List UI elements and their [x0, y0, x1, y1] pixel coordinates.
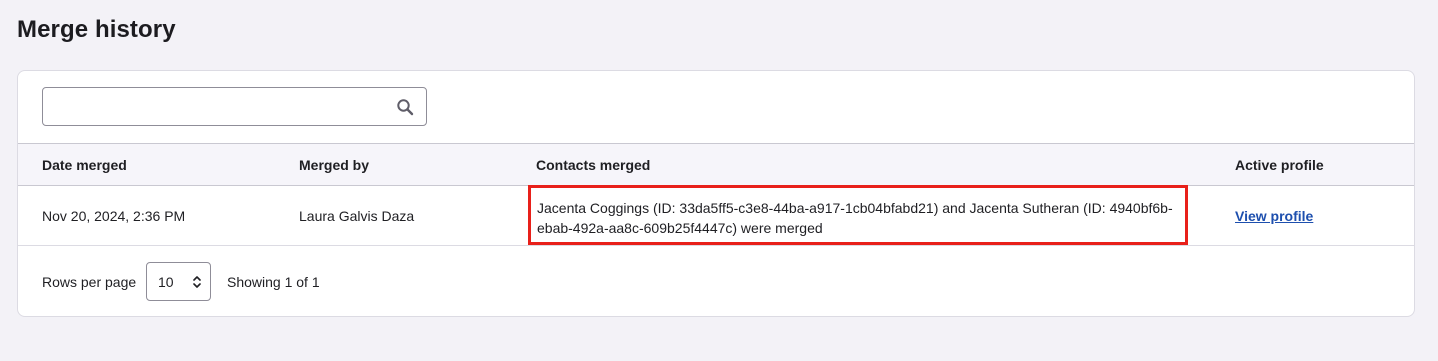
rows-per-page-label: Rows per page	[42, 274, 137, 290]
pagination-footer: Rows per page 10 Showing 1 of 1	[18, 246, 1414, 316]
column-header-merged-by[interactable]: Merged by	[299, 157, 369, 173]
contacts-merged-highlight: Jacenta Coggings (ID: 33da5ff5-c3e8-44ba…	[528, 185, 1188, 245]
column-header-contacts-merged[interactable]: Contacts merged	[536, 157, 650, 173]
date-merged-cell: Nov 20, 2024, 2:36 PM	[42, 208, 186, 224]
page-title: Merge history	[17, 16, 176, 43]
rows-per-page-select[interactable]: 10	[146, 262, 211, 301]
view-profile-link[interactable]: View profile	[1235, 208, 1313, 224]
search-input[interactable]	[43, 88, 383, 125]
table-header-row: Date merged Merged by Contacts merged Ac…	[18, 143, 1414, 186]
merge-history-card: Date merged Merged by Contacts merged Ac…	[17, 70, 1415, 317]
search-icon[interactable]	[396, 98, 414, 116]
contacts-merged-cell: Jacenta Coggings (ID: 33da5ff5-c3e8-44ba…	[537, 200, 1173, 236]
column-header-date-merged[interactable]: Date merged	[42, 157, 127, 173]
merged-by-cell: Laura Galvis Daza	[299, 208, 415, 224]
rows-per-page-value: 10	[158, 274, 174, 290]
up-down-chevron-icon	[193, 276, 201, 288]
table-row: Nov 20, 2024, 2:36 PM Laura Galvis Daza …	[18, 185, 1414, 246]
showing-count: Showing 1 of 1	[227, 274, 320, 290]
search-field[interactable]	[42, 87, 427, 126]
column-header-active-profile[interactable]: Active profile	[1235, 157, 1324, 173]
